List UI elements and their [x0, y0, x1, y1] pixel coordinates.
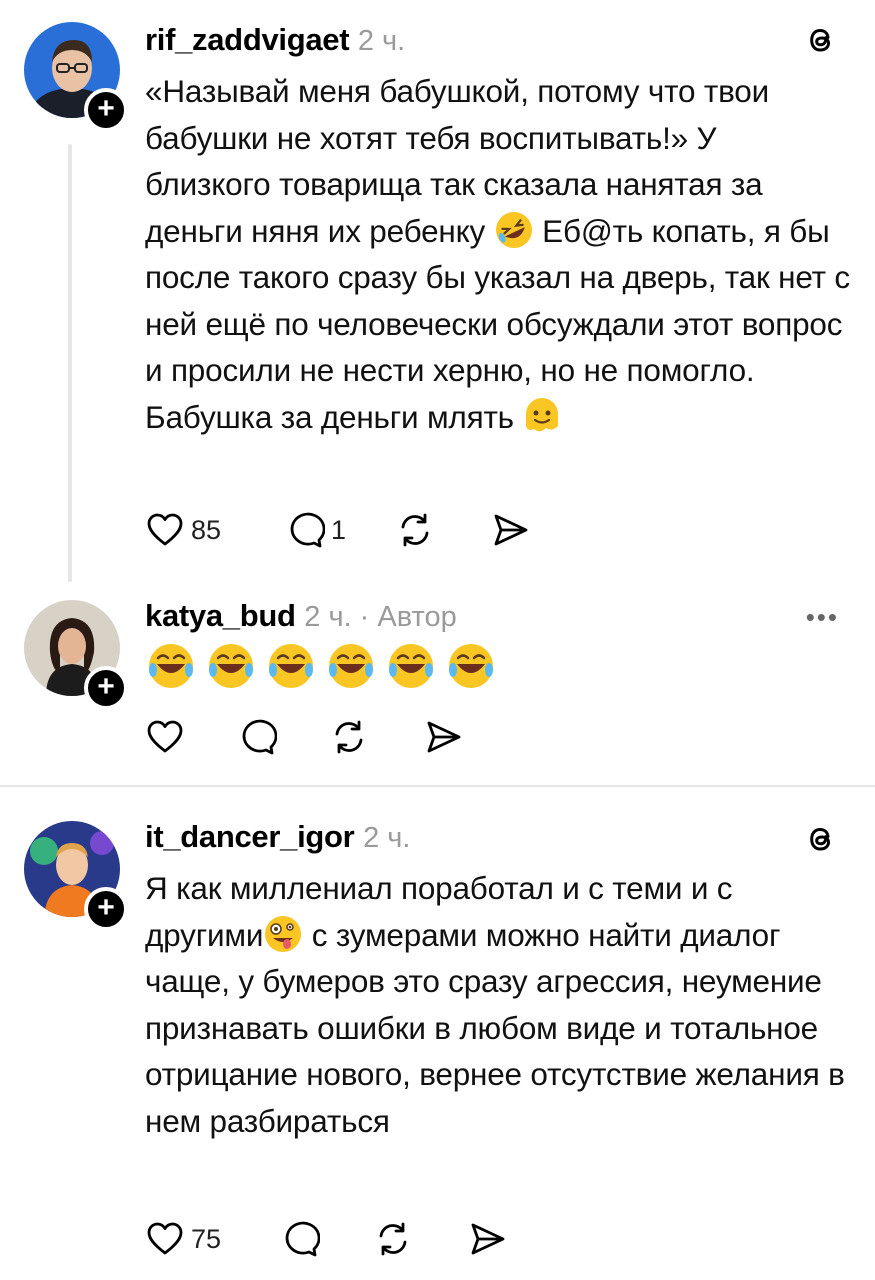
plus-icon: +	[97, 670, 115, 703]
follow-plus-button[interactable]: +	[84, 887, 128, 931]
follow-plus-button[interactable]: +	[84, 88, 128, 132]
timestamp-author: 2 ч. · Автор	[304, 601, 457, 633]
melting-face-emoji	[526, 397, 559, 431]
threads-logo-icon[interactable]	[803, 821, 839, 857]
zany-face-emoji	[265, 915, 302, 952]
username[interactable]: it_dancer_igor	[145, 819, 355, 854]
share-button[interactable]	[490, 508, 530, 552]
repost-icon	[335, 720, 363, 754]
like-button[interactable]: 85	[145, 508, 221, 552]
post-text: «Называй меня бабушкой, потому что твои …	[145, 68, 850, 440]
share-button[interactable]	[423, 715, 463, 759]
post-header: it_dancer_igor 2 ч.	[145, 817, 410, 858]
username[interactable]: rif_zaddvigaet	[145, 22, 350, 57]
post-rif-zaddvigaet: + rif_zaddvigaet 2 ч. «Называй меня бабу…	[0, 0, 875, 582]
post-text: Я как миллениал поработал и с теми и с д…	[145, 865, 850, 1144]
post-katya-bud: + katya_bud 2 ч. · Автор •••	[0, 580, 875, 785]
tears-of-joy-emoji	[389, 644, 433, 688]
comment-icon	[290, 512, 325, 548]
like-button[interactable]	[145, 715, 185, 759]
tears-of-joy-emoji	[209, 644, 253, 688]
repost-icon	[379, 1222, 407, 1256]
like-button[interactable]: 75	[145, 1217, 221, 1261]
username[interactable]: katya_bud	[145, 598, 296, 633]
plus-icon: +	[97, 891, 115, 924]
share-icon	[471, 1223, 505, 1255]
more-options-button[interactable]: •••	[806, 602, 839, 633]
repost-icon	[401, 513, 429, 547]
like-count: 85	[191, 514, 222, 545]
post-header: katya_bud 2 ч. · Автор	[145, 596, 457, 637]
tears-of-joy-emoji	[449, 644, 493, 688]
plus-icon: +	[97, 92, 115, 125]
tears-of-joy-emoji	[329, 644, 373, 688]
follow-plus-button[interactable]: +	[84, 666, 128, 710]
tears-of-joy-emoji	[149, 644, 193, 688]
repost-button[interactable]	[373, 1217, 413, 1261]
repost-button[interactable]	[395, 508, 435, 552]
reply-button[interactable]	[237, 715, 277, 759]
comment-icon	[285, 1221, 320, 1257]
share-icon	[494, 514, 528, 546]
reply-button[interactable]: 1	[285, 508, 346, 552]
heart-icon	[147, 1222, 183, 1255]
share-icon	[427, 721, 461, 753]
thread-line	[68, 144, 72, 582]
post-it-dancer-igor: + it_dancer_igor 2 ч. Я как миллениал по…	[0, 787, 875, 1280]
reply-button[interactable]	[280, 1217, 320, 1261]
tears-of-joy-emoji	[269, 644, 313, 688]
like-count: 75	[191, 1223, 222, 1254]
comment-icon	[242, 719, 277, 755]
threads-logo-icon[interactable]	[803, 22, 839, 58]
emoji-row	[145, 640, 497, 692]
share-button[interactable]	[467, 1217, 507, 1261]
timestamp: 2 ч.	[357, 25, 406, 57]
repost-button[interactable]	[329, 715, 369, 759]
post-header: rif_zaddvigaet 2 ч.	[145, 20, 405, 61]
reply-count: 1	[331, 514, 347, 545]
rolling-laughing-emoji	[495, 211, 532, 248]
heart-icon	[147, 513, 183, 546]
heart-icon	[147, 720, 183, 753]
timestamp: 2 ч.	[363, 822, 411, 854]
